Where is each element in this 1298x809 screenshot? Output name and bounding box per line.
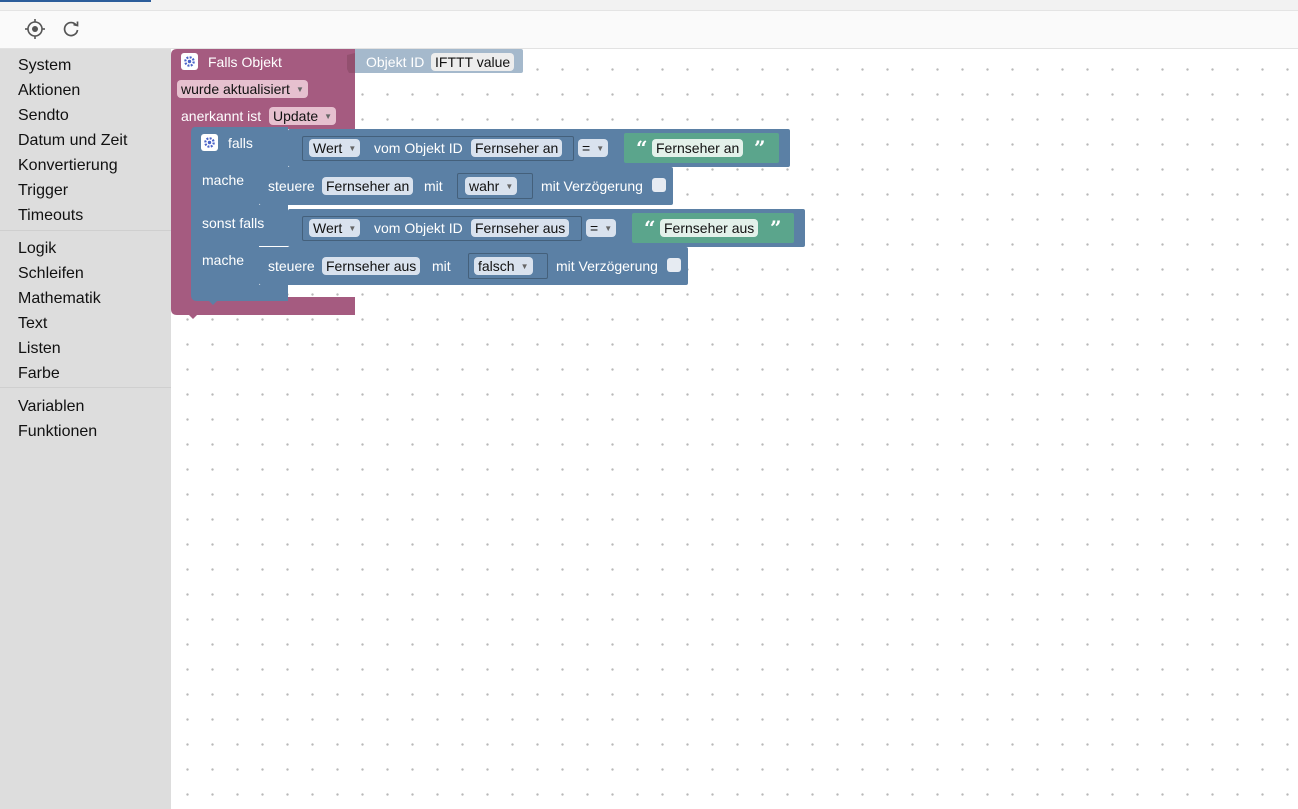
vom-objekt-id-label-1: vom Objekt ID xyxy=(374,140,463,156)
open-quote-icon: “ xyxy=(644,216,656,240)
close-quote-icon: ” xyxy=(754,136,766,160)
category-sendto[interactable]: Sendto xyxy=(18,107,69,125)
category-variablen[interactable]: Variablen xyxy=(18,398,84,416)
category-funktionen[interactable]: Funktionen xyxy=(18,423,97,441)
wert-dropdown-2[interactable]: Wert ▼ xyxy=(309,219,361,237)
target-field-1[interactable]: Fernseher an xyxy=(322,177,414,195)
if-sonst-falls-label: sonst falls xyxy=(202,215,265,231)
wert-value-2: Wert xyxy=(313,220,343,236)
category-trigger[interactable]: Trigger xyxy=(18,182,68,200)
mit-label-1: mit xyxy=(424,178,443,194)
ack-dropdown[interactable]: Update ▼ xyxy=(269,107,337,125)
if-gear-icon[interactable] xyxy=(201,134,218,151)
chevron-down-icon: ▼ xyxy=(348,144,357,153)
crosshair-icon[interactable] xyxy=(22,17,48,41)
wert-value-1: Wert xyxy=(313,140,343,156)
toolbox-sidebar: System Aktionen Sendto Datum und Zeit Ko… xyxy=(0,49,171,809)
mit-label-2: mit xyxy=(432,258,451,274)
target-field-2[interactable]: Fernseher aus xyxy=(322,257,421,275)
bool-value-2: falsch xyxy=(478,258,515,274)
top-bar xyxy=(0,0,1298,11)
delay-checkbox-1[interactable] xyxy=(652,178,666,192)
active-tab-indicator xyxy=(0,0,151,2)
operator-value-1: = xyxy=(582,140,591,156)
delay-label-2: mit Verzögerung xyxy=(556,258,658,274)
category-farbe[interactable]: Farbe xyxy=(18,365,60,383)
trigger-gear-icon[interactable] xyxy=(181,53,198,70)
operator-dropdown-1[interactable]: = ▼ xyxy=(578,139,609,157)
event-dropdown[interactable]: wurde aktualisiert ▼ xyxy=(177,80,308,98)
if-falls-label: falls xyxy=(228,135,253,151)
event-dropdown-value: wurde aktualisiert xyxy=(181,81,290,97)
toolbar xyxy=(0,11,1298,49)
blockly-workspace[interactable]: Falls Objekt Objekt ID IFTTT value wurde… xyxy=(171,49,1298,809)
chevron-down-icon: ▼ xyxy=(596,144,605,153)
object-field-2[interactable]: Fernseher aus xyxy=(471,219,570,237)
wert-dropdown-1[interactable]: Wert ▼ xyxy=(309,139,361,157)
category-schleifen[interactable]: Schleifen xyxy=(18,265,84,283)
chevron-down-icon: ▼ xyxy=(324,112,333,121)
category-timeouts[interactable]: Timeouts xyxy=(18,207,83,225)
bool-dropdown-2[interactable]: falsch ▼ xyxy=(474,257,533,275)
category-datum-und-zeit[interactable]: Datum und Zeit xyxy=(18,132,127,150)
chevron-down-icon: ▼ xyxy=(604,224,613,233)
category-mathematik[interactable]: Mathematik xyxy=(18,290,101,308)
vom-objekt-id-label-2: vom Objekt ID xyxy=(374,220,463,236)
category-separator xyxy=(0,387,171,388)
bool-value-1: wahr xyxy=(469,178,500,194)
object-field-1[interactable]: Fernseher an xyxy=(471,139,563,157)
delay-checkbox-2[interactable] xyxy=(667,258,681,272)
bool-dropdown-1[interactable]: wahr ▼ xyxy=(465,177,518,195)
trigger-title: Falls Objekt xyxy=(208,54,282,70)
delay-label-1: mit Verzögerung xyxy=(541,178,643,194)
close-quote-icon: ” xyxy=(770,216,782,240)
chevron-down-icon: ▼ xyxy=(505,182,514,191)
steuere-label-2: steuere xyxy=(268,258,315,274)
objekt-id-label: Objekt ID xyxy=(366,54,425,70)
ack-label: anerkannt ist xyxy=(181,108,262,124)
category-separator xyxy=(0,230,171,231)
chevron-down-icon: ▼ xyxy=(520,262,529,271)
text-value-2[interactable]: Fernseher aus xyxy=(660,219,759,237)
category-konvertierung[interactable]: Konvertierung xyxy=(18,157,118,175)
category-listen[interactable]: Listen xyxy=(18,340,61,358)
operator-value-2: = xyxy=(590,220,599,236)
category-aktionen[interactable]: Aktionen xyxy=(18,82,80,100)
open-quote-icon: “ xyxy=(636,136,648,160)
steuere-label-1: steuere xyxy=(268,178,315,194)
text-value-1[interactable]: Fernseher an xyxy=(652,139,744,157)
chevron-down-icon: ▼ xyxy=(295,85,304,94)
if-mache-label-1: mache xyxy=(202,172,245,188)
category-system[interactable]: System xyxy=(18,57,71,75)
chevron-down-icon: ▼ xyxy=(348,224,357,233)
category-text[interactable]: Text xyxy=(18,315,47,333)
if-mache-label-2: mache xyxy=(202,252,245,268)
refresh-icon[interactable] xyxy=(58,17,84,41)
ack-dropdown-value: Update xyxy=(273,108,319,124)
operator-dropdown-2[interactable]: = ▼ xyxy=(586,219,617,237)
objekt-id-value[interactable]: IFTTT value xyxy=(431,53,515,71)
category-logik[interactable]: Logik xyxy=(18,240,56,258)
